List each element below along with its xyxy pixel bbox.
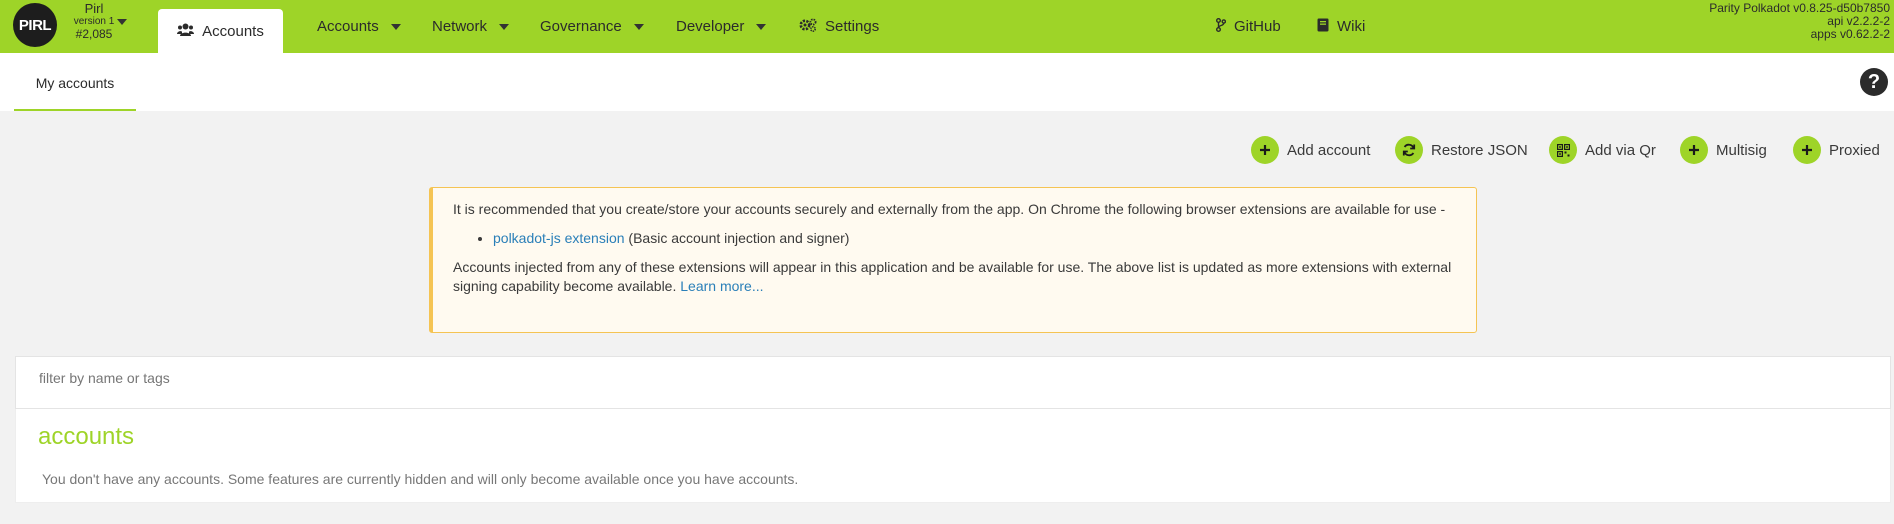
link-label: GitHub	[1234, 18, 1281, 35]
button-label: Add via Qr	[1585, 141, 1656, 159]
nav-menu-accounts[interactable]: Accounts	[317, 0, 401, 53]
chevron-down-icon	[499, 23, 510, 30]
link-wiki[interactable]: Wiki	[1317, 0, 1365, 53]
help-icon[interactable]: ?	[1860, 68, 1888, 96]
learn-more-link[interactable]: Learn more...	[680, 278, 763, 294]
code-branch-icon	[1216, 17, 1227, 36]
extension-description: (Basic account injection and signer)	[624, 230, 850, 246]
accounts-empty-message: You don't have any accounts. Some featur…	[42, 471, 799, 487]
nav-menu-developer[interactable]: Developer	[676, 0, 767, 53]
chain-name: Pirl	[84, 1, 104, 16]
version-info: Parity Polkadot v0.8.25-d50b7850 api v2.…	[1709, 2, 1890, 41]
proxied-button[interactable]: Proxied	[1793, 136, 1880, 164]
users-icon	[177, 23, 195, 40]
polkadot-js-extension-link[interactable]: polkadot-js extension	[493, 230, 625, 246]
accounts-section: accounts You don't have any accounts. So…	[15, 409, 1891, 503]
tab-accounts-label: Accounts	[202, 22, 264, 40]
link-github[interactable]: GitHub	[1216, 0, 1281, 53]
nav-label: Accounts	[317, 18, 379, 35]
top-navbar: PIRL Pirl version 1 #2,085 Accounts Acco…	[0, 0, 1894, 53]
chain-logo[interactable]: PIRL	[13, 3, 57, 47]
tab-my-accounts[interactable]: My accounts	[14, 53, 136, 111]
link-label: Wiki	[1337, 18, 1366, 35]
nav-label: Settings	[825, 18, 880, 35]
tab-my-accounts-label: My accounts	[35, 75, 115, 91]
button-label: Proxied	[1829, 141, 1880, 159]
button-label: Restore JSON	[1431, 141, 1528, 159]
extension-list: polkadot-js extension (Basic account inj…	[453, 229, 1456, 248]
block-number: #2,085	[75, 27, 113, 41]
warning-outro: Accounts injected from any of these exte…	[453, 259, 1452, 294]
filter-box	[15, 356, 1891, 409]
filter-input[interactable]	[37, 369, 641, 387]
button-label: Add account	[1287, 141, 1371, 159]
gears-icon	[799, 18, 817, 36]
chevron-down-icon[interactable]	[117, 19, 127, 25]
chevron-down-icon	[390, 23, 401, 30]
qrcode-icon	[1549, 136, 1577, 164]
book-icon	[1317, 18, 1329, 36]
button-label: Multisig	[1716, 141, 1767, 159]
add-via-qr-button[interactable]: Add via Qr	[1549, 136, 1656, 164]
multisig-button[interactable]: Multisig	[1680, 136, 1767, 164]
sub-navbar	[0, 53, 1894, 111]
warning-outro-paragraph: Accounts injected from any of these exte…	[453, 258, 1456, 296]
restore-json-button[interactable]: Restore JSON	[1395, 136, 1528, 164]
chevron-down-icon	[633, 23, 644, 30]
nav-menu-network[interactable]: Network	[432, 0, 510, 53]
nav-menu-settings[interactable]: Settings	[799, 0, 879, 53]
plus-icon	[1251, 136, 1279, 164]
warning-intro: It is recommended that you create/store …	[453, 201, 1446, 217]
plus-icon	[1680, 136, 1708, 164]
nav-menu-governance[interactable]: Governance	[540, 0, 644, 53]
add-account-button[interactable]: Add account	[1251, 136, 1370, 164]
accounts-title: accounts	[38, 423, 135, 450]
apps-version: apps v0.62.2-2	[1810, 27, 1890, 41]
nav-label: Governance	[540, 18, 622, 35]
tab-accounts-active[interactable]: Accounts	[158, 9, 283, 53]
sync-icon	[1395, 136, 1423, 164]
nav-label: Network	[432, 18, 488, 35]
chevron-down-icon	[756, 23, 767, 30]
list-item: polkadot-js extension (Basic account inj…	[493, 229, 1456, 248]
extension-warning-box: It is recommended that you create/store …	[429, 187, 1477, 333]
plus-icon	[1793, 136, 1821, 164]
nav-label: Developer	[676, 18, 745, 35]
